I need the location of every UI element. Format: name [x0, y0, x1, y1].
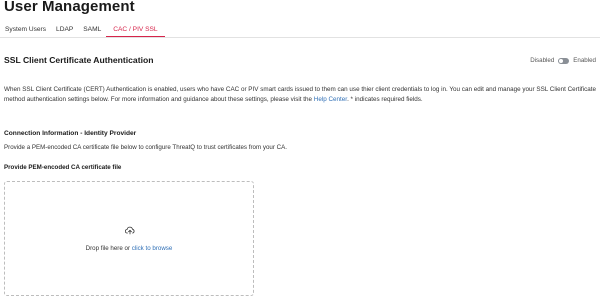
enable-switch[interactable]: [558, 57, 570, 64]
tab-saml[interactable]: SAML: [78, 24, 106, 36]
description-suffix: . * indicates required fields.: [347, 95, 423, 103]
toggle-off-label: Disabled: [530, 57, 555, 64]
auth-toggle: Disabled Enabled: [530, 57, 596, 64]
section-description: When SSL Client Certificate (CERT) Authe…: [4, 85, 596, 104]
tab-divider: [0, 37, 600, 38]
top-bar: User Management System Users LDAP SAML C…: [0, 0, 600, 38]
help-center-link[interactable]: Help Center: [314, 96, 347, 103]
switch-knob: [559, 58, 564, 63]
tab-cac-piv-ssl[interactable]: CAC / PIV SSL: [106, 24, 165, 37]
toggle-on-label: Enabled: [573, 57, 596, 64]
connection-subtext: Provide a PEM-encoded CA certificate fil…: [4, 144, 287, 151]
section-heading: SSL Client Certificate Authentication: [4, 55, 154, 65]
tab-bar: System Users LDAP SAML CAC / PIV SSL: [0, 24, 165, 38]
browse-link[interactable]: click to browse: [132, 245, 173, 252]
page-title: User Management: [4, 0, 135, 15]
cloud-upload-icon: [125, 226, 135, 235]
tab-ldap[interactable]: LDAP: [51, 24, 78, 36]
drop-text: Drop file here or click to browse: [5, 245, 253, 252]
certificate-field-label: Provide PEM-encoded CA certificate file: [4, 164, 122, 171]
drop-instruction: Drop file here or: [85, 245, 132, 252]
connection-heading: Connection Information - Identity Provid…: [4, 130, 137, 137]
tab-system-users[interactable]: System Users: [0, 24, 51, 36]
description-text: When SSL Client Certificate (CERT) Authe…: [4, 86, 596, 103]
certificate-dropzone[interactable]: Drop file here or click to browse: [4, 181, 254, 296]
